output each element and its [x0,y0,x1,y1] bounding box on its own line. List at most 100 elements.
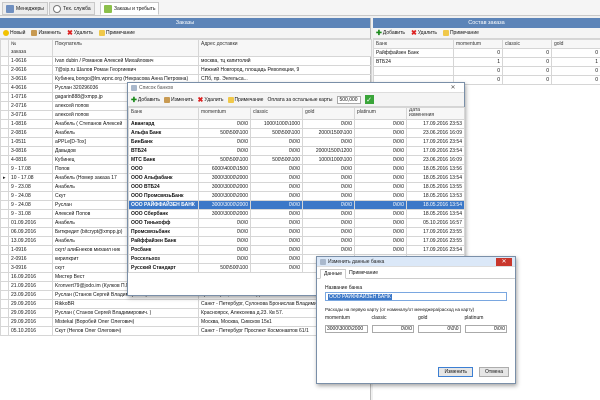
momentum-header[interactable]: momentum [198,107,251,120]
classic-header[interactable]: classic [502,39,552,49]
row-indicator[interactable] [0,182,9,192]
banks-table-row[interactable]: ООО 6000\4000\1500 0\0\0 0\0\0 0\0\0 18.05.20… [128,164,465,174]
classic-header[interactable]: classic [250,107,303,120]
orders-table-row[interactable]: 2-0616 7@sip.ru Шалов Роман Георгиевич Ниж… [0,65,372,75]
tab-managers[interactable]: Менеджеры [2,2,48,15]
edit-bank-entry-button[interactable]: Изменить [163,96,194,103]
cancel-button[interactable]: Отмена [479,367,509,377]
composition-table-cell: 0 [453,66,503,76]
order-number-header[interactable]: № заказа [8,39,53,57]
order-note-button[interactable]: Примечание [98,30,135,36]
banks-table-row[interactable]: Райффайзен Банк 0\0\0 0\0\0 0\0\0 0\0\0 17.09… [128,236,465,246]
close-icon[interactable]: ✕ [496,257,512,266]
row-indicator[interactable] [0,245,9,255]
tab-note[interactable]: Примечание [346,269,381,278]
banks-table-row[interactable]: ВТБ24 0\0\0 0\0\0 2000\1500\1200 0\0\0 17.09.… [128,146,465,156]
delete-bank-button[interactable]: ✖ Удалить [411,29,437,37]
row-indicator[interactable] [0,92,9,102]
row-indicator[interactable] [0,83,9,93]
row-indicator[interactable] [0,65,9,75]
banks-table-cell: Альфа Банк [128,128,199,138]
banks-table-row[interactable]: Росбанк 0\0\0 0\0\0 0\0\0 0\0\0 17.09.2016 23… [128,245,465,255]
bank-note-button[interactable]: Примечание [227,96,263,103]
row-indicator[interactable] [0,218,9,228]
composition-note-button[interactable]: Примечание [442,30,479,36]
orders-table-row[interactable]: 1-0616 Ivan dubin / Романов Алексей Михай… [0,56,372,66]
add-bank-entry-button[interactable]: ✚ Добавить [131,96,160,104]
tab-data[interactable]: Данные [320,269,347,279]
orders-table-cell: 9 - 24.08 [8,191,53,201]
row-indicator[interactable] [0,164,9,174]
row-indicator[interactable] [0,56,9,66]
bank-name-field[interactable]: ООО РАЙФФАЙЗЕН БАНК [325,292,507,301]
banks-table-row[interactable]: ООО РАЙФФАЙЗЕН БАНК 3000\3000\2000 0\0\0 0\… [128,200,465,210]
delete-bank-entry-button[interactable]: ✖ Удалить [198,96,224,104]
row-indicator[interactable] [0,200,9,210]
row-indicator[interactable] [0,326,9,336]
banks-table-row[interactable]: БинБанк 0\0\0 0\0\0 0\0\0 0\0\0 17.09.2016 23… [128,137,465,147]
platinum-header[interactable]: platinum [354,107,407,120]
composition-table-row[interactable]: Райффайзен Банк 0 0 0 [373,48,600,58]
row-indicator[interactable] [0,299,9,309]
banks-table-cell: 0\0\0 [354,119,407,129]
row-indicator[interactable] [0,236,9,246]
banks-table-row[interactable]: Промсвязьбанк 0\0\0 0\0\0 0\0\0 0\0\0 17.09.2… [128,227,465,237]
banks-table-row[interactable]: Альфа Банк 500\500\100 500\500\100 2000\150… [128,128,465,138]
row-indicator[interactable] [0,254,9,264]
check-icon[interactable]: ✓ [364,95,374,104]
row-indicator[interactable] [0,281,9,291]
row-indicator[interactable] [0,290,9,300]
row-indicator[interactable]: ▸ [0,173,9,183]
row-indicator[interactable] [0,146,9,156]
banks-table-row[interactable]: ООО Альфабанк 3000\3000\2000 0\0\0 0\0\0 0\0… [128,173,465,183]
banks-table-row[interactable]: ООО Тинькофф 0\0\0 0\0\0 0\0\0 0\0\0 05.10.20… [128,218,465,228]
composition-table-row[interactable]: 000 [373,66,600,76]
row-indicator[interactable] [0,191,9,201]
bank-header[interactable]: Банк [373,39,454,49]
save-button[interactable]: Изменить [438,367,474,377]
platinum-field[interactable]: 0\0\0 [464,325,507,333]
row-indicator[interactable] [0,263,9,273]
row-indicator[interactable] [0,227,9,237]
gold-header[interactable]: gold [551,39,600,49]
row-indicator[interactable] [0,209,9,219]
row-indicator[interactable] [0,119,9,129]
customer-header[interactable]: Покупатель [52,39,199,57]
payment-input[interactable]: 500,000 [336,95,361,104]
banks-table-row[interactable]: ООО ВТБ24 3000\3000\2000 0\0\0 0\0\0 0\0\0 18… [128,182,465,192]
address-header[interactable]: Адрес доставки [198,39,372,57]
add-bank-button[interactable]: ✚ Добавить [376,29,405,37]
row-indicator[interactable] [0,74,9,84]
gold-field[interactable]: 0\0\0 [418,325,461,333]
tab-orders[interactable]: Заказы и требыть [100,2,160,15]
row-indicator[interactable] [0,137,9,147]
orders-table-cell: 13.09.2016 [8,236,53,246]
row-indicator[interactable] [0,128,9,138]
composition-table-cell [373,66,454,76]
tab-tech-service[interactable]: Тех. служба [49,2,95,15]
row-indicator[interactable] [0,101,9,111]
orders-table-cell: 29.09.2016 [8,317,53,327]
momentum-header[interactable]: momentum [453,39,503,49]
momentum-field[interactable]: 3000\3000\2000 [325,325,368,333]
composition-table-row[interactable]: ВТБ24 1 0 1 [373,57,600,67]
row-indicator[interactable] [0,272,9,282]
row-indicator[interactable] [0,110,9,120]
edit-dialog-tabs: Данные Примечание [317,267,515,279]
banks-table-row[interactable]: ООО Сбербанк 3000\3000\2000 0\0\0 0\0\0 0\0\… [128,209,465,219]
row-indicator[interactable] [0,308,9,318]
new-order-button[interactable]: Новый [3,30,25,36]
banks-table-row[interactable]: Авангард 0\0\0 1000\1000\1000 0\0\0 0\0\0 17.… [128,119,465,129]
edit-order-button[interactable]: Изменить [31,30,61,36]
orders-table-cell: 3-0616 [8,74,53,84]
row-indicator[interactable] [0,155,9,165]
close-icon[interactable]: ✕ [445,84,461,92]
banks-table-row[interactable]: МТС Банк 500\500\100 500\500\100 1000\1000\… [128,155,465,165]
date-changed-header[interactable]: Дата изменения [406,107,465,120]
gold-header[interactable]: gold [302,107,355,120]
row-indicator[interactable] [0,317,9,327]
bank-name-header[interactable]: Банк [128,107,199,120]
classic-field[interactable]: 0\0\0 [371,325,414,333]
delete-order-button[interactable]: ✖ Удалить [67,29,93,37]
banks-table-row[interactable]: ООО ПромсвязьБанк 3000\3000\2000 0\0\0 0\0\… [128,191,465,201]
